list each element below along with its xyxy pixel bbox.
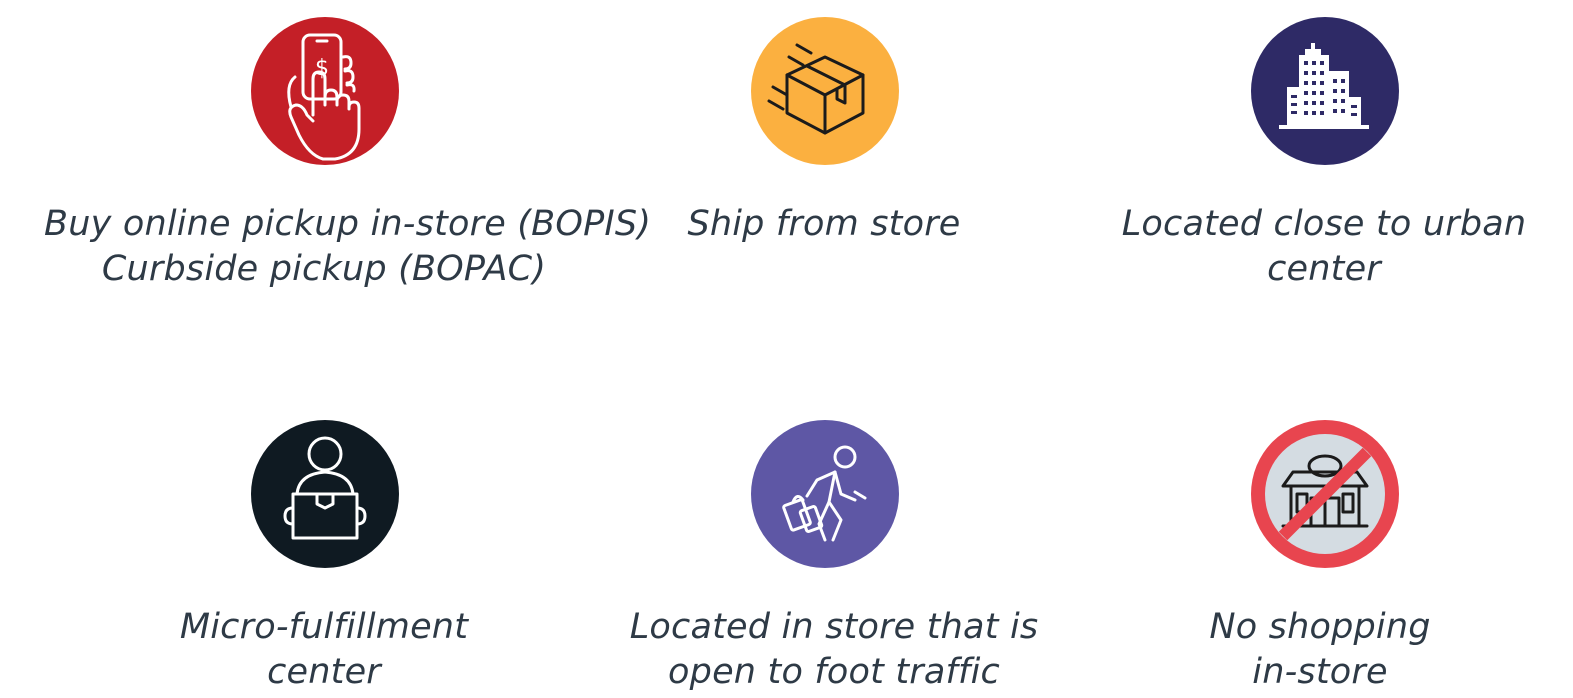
no-store-icon [1251, 420, 1399, 568]
caption-line: No shopping [1209, 607, 1431, 647]
caption-line: Ship from store [687, 204, 961, 244]
caption-line: Curbside pickup (BOPAC) [101, 249, 547, 289]
feature-caption: Micro-fulfillment center [44, 605, 604, 695]
hand-phone-dollar-icon: $ [251, 17, 399, 165]
feature-caption: Located in store that is open to foot tr… [554, 605, 1114, 695]
caption-line: Buy online pickup in-store (BOPIS) [44, 204, 652, 244]
feature-caption: No shopping in-store [1040, 605, 1573, 695]
feature-caption: Located close to urban center [1044, 202, 1573, 292]
feature-caption: Ship from store [544, 202, 1104, 247]
caption-line: Micro-fulfillment [179, 607, 469, 647]
person-holding-box-icon [251, 420, 399, 568]
caption-line: center [267, 652, 381, 692]
caption-line: open to foot traffic [668, 652, 1000, 692]
feature-caption: Buy online pickup in-store (BOPIS) Curbs… [44, 202, 652, 292]
shipping-box-icon [751, 17, 899, 165]
caption-line: Located close to urban [1121, 204, 1527, 244]
city-buildings-icon [1251, 17, 1399, 165]
caption-line: center [1267, 249, 1381, 289]
svg-text:$: $ [315, 56, 329, 81]
walking-shopper-icon [751, 420, 899, 568]
caption-line: Located in store that is [629, 607, 1039, 647]
caption-line: in-store [1252, 652, 1388, 692]
